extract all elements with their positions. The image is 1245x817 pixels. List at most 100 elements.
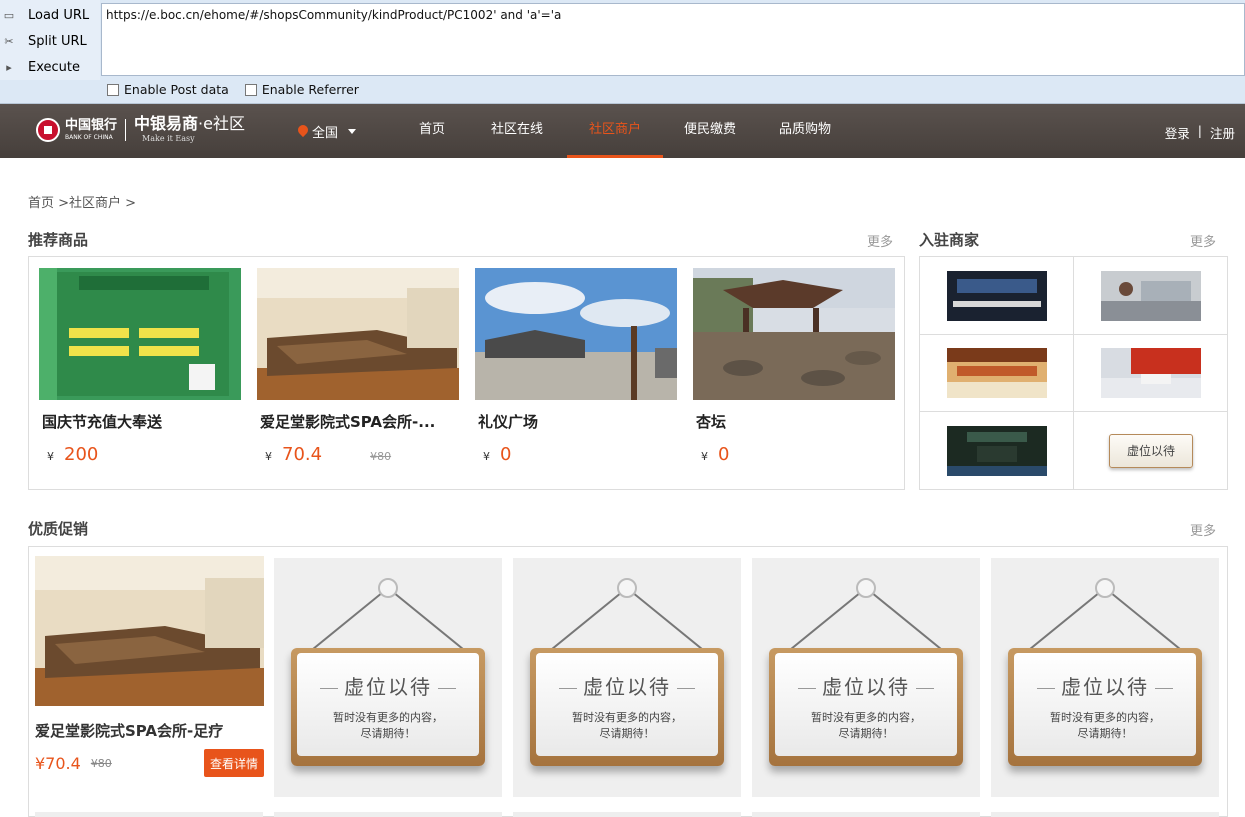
checkbox-icon (244, 83, 257, 96)
promotions-panel: 爱足堂影院式SPA会所-足疗 ¥70.4 ¥80 查看详情 虚位以待 暂时没有更… (28, 546, 1228, 817)
scissors-icon: ✂ (4, 34, 14, 48)
placeholder-sign: 虚位以待 暂时没有更多的内容， 尽请期待！ (291, 648, 485, 766)
boc-wordmark: 中国银行 BANK OF CHINA (65, 119, 117, 141)
sign-string-icon (779, 587, 953, 658)
sign-hook-icon (617, 578, 637, 598)
enable-referrer-label: Enable Referrer (261, 82, 359, 97)
merchants-title: 入驻商家 (919, 231, 980, 249)
placeholder-title: 虚位以待 (536, 671, 718, 700)
sign-panel: 虚位以待 暂时没有更多的内容， 尽请期待！ (1014, 653, 1196, 756)
brand-suffix: ·e社区 (198, 114, 245, 133)
promotion-name: 爱足堂影院式SPA会所-足疗 (35, 722, 224, 740)
boc-en-name: BANK OF CHINA (65, 133, 113, 141)
merchant-logo-image (946, 425, 1047, 476)
next-row-card (513, 812, 741, 817)
product-price: 200 (64, 444, 99, 465)
view-details-button[interactable]: 查看详情 (204, 749, 264, 777)
region-label: 全国 (312, 126, 339, 141)
placeholder-title: 虚位以待 (297, 671, 479, 700)
placeholder-line-1: 暂时没有更多的内容， (811, 711, 921, 724)
merchants-more-link[interactable]: 更多 (1190, 231, 1216, 250)
sign-hook-icon (378, 578, 398, 598)
sign-string-icon (540, 587, 714, 658)
placeholder-sign: 虚位以待 暂时没有更多的内容， 尽请期待！ (530, 648, 724, 766)
sign-panel: 虚位以待 暂时没有更多的内容， 尽请期待！ (536, 653, 718, 756)
load-url-icon: ▭ (3, 8, 15, 22)
login-link[interactable]: 登录 (1165, 123, 1190, 142)
merchant-cell[interactable] (920, 257, 1074, 335)
execute-button[interactable]: ▸ Execute (0, 55, 100, 79)
promotion-original-price: ¥80 (90, 756, 112, 770)
placeholder-line-2: 尽请期待！ (838, 727, 894, 740)
enable-post-data-checkbox[interactable]: Enable Post data (107, 82, 229, 97)
price-row: ¥ 70.4 ¥80 (265, 444, 459, 465)
breadcrumb[interactable]: 首页 >社区商户 > (28, 192, 136, 211)
spa-room-image (35, 556, 264, 706)
promotion-card[interactable]: 爱足堂影院式SPA会所-足疗 ¥70.4 ¥80 查看详情 (35, 556, 264, 777)
brand-cn-row: 中银易商·e社区 (134, 116, 245, 132)
placeholder-line-2: 尽请期待！ (360, 727, 416, 740)
product-name: 国庆节充值大奉送 (42, 413, 163, 431)
split-url-button[interactable]: ✂ Split URL (0, 29, 100, 53)
play-icon: ▸ (6, 60, 12, 74)
product-image (693, 268, 895, 400)
recharge-poster-image (39, 268, 241, 400)
enable-referrer-checkbox[interactable]: Enable Referrer (244, 82, 359, 97)
product-price: 0 (500, 444, 512, 465)
recommended-more-link[interactable]: 更多 (867, 231, 893, 250)
url-textarea[interactable]: https://e.boc.cn/ehome/#/shopsCommunity/… (101, 3, 1245, 76)
product-card[interactable]: 礼仪广场 ¥ 0 (475, 268, 677, 465)
hackbar-options: Enable Post data Enable Referrer (107, 82, 359, 97)
boc-logo-icon (36, 117, 60, 142)
merchants-panel: 虚位以待 (919, 256, 1228, 490)
merchant-cell[interactable] (1074, 257, 1228, 335)
price-row: ¥ 0 (483, 444, 677, 465)
promotion-price-row: ¥70.4 ¥80 查看详情 (35, 749, 264, 777)
currency-symbol: ¥ (701, 450, 708, 463)
currency-symbol: ¥ (265, 450, 272, 463)
brand-en: Make it Easy (142, 134, 195, 143)
placeholder-badge: 虚位以待 (1109, 433, 1193, 468)
placeholder-line-1: 暂时没有更多的内容， (1050, 711, 1160, 724)
promotions-more-link[interactable]: 更多 (1190, 520, 1216, 539)
promotion-placeholder: 虚位以待 暂时没有更多的内容， 尽请期待！ (513, 558, 741, 797)
next-row-card (752, 812, 980, 817)
nav-community-online[interactable]: 社区在线 (467, 104, 567, 158)
location-pin-icon (298, 125, 308, 138)
next-row-card (274, 812, 502, 817)
next-row-card (991, 812, 1219, 817)
main-nav: 首页 社区在线 社区商户 便民缴费 品质购物 (400, 104, 853, 158)
product-card[interactable]: 国庆节充值大奉送 ¥ 200 (39, 268, 241, 465)
merchant-cell[interactable] (920, 412, 1074, 489)
site-header: 中国银行 BANK OF CHINA 中银易商·e社区 Make it Easy… (0, 104, 1245, 158)
product-image (475, 268, 677, 400)
nav-convenience-payment[interactable]: 便民缴费 (663, 104, 757, 158)
nav-community-merchants[interactable]: 社区商户 (567, 104, 663, 158)
split-url-label: Split URL (28, 33, 87, 49)
merchant-cell[interactable] (920, 335, 1074, 412)
placeholder-sign: 虚位以待 暂时没有更多的内容， 尽请期待！ (1008, 648, 1202, 766)
recommended-products-panel: 国庆节充值大奉送 ¥ 200 爱足堂影院式SPA会所-... ¥ 70.4 ¥8… (28, 256, 905, 490)
placeholder-title: 虚位以待 (775, 671, 957, 700)
region-selector[interactable]: 全国 (298, 122, 357, 141)
promotion-placeholder: 虚位以待 暂时没有更多的内容， 尽请期待！ (991, 558, 1219, 797)
nav-quality-shopping[interactable]: 品质购物 (757, 104, 853, 158)
load-url-button[interactable]: ▭ Load URL (0, 3, 100, 27)
promotion-placeholder: 虚位以待 暂时没有更多的内容， 尽请期待！ (274, 558, 502, 797)
promotion-price: ¥70.4 (35, 753, 81, 773)
site-logo[interactable]: 中国银行 BANK OF CHINA 中银易商·e社区 Make it Easy (36, 116, 245, 143)
product-price: 0 (718, 444, 730, 465)
register-link[interactable]: 注册 (1210, 123, 1235, 142)
hackbar-toolbar: ▭ Load URL ✂ Split URL ▸ Execute https:/… (0, 0, 1245, 104)
sign-string-icon (1018, 587, 1192, 658)
sign-panel: 虚位以待 暂时没有更多的内容， 尽请期待！ (775, 653, 957, 756)
promotion-placeholder: 虚位以待 暂时没有更多的内容， 尽请期待！ (752, 558, 980, 797)
nav-home[interactable]: 首页 (400, 104, 464, 158)
execute-label: Execute (28, 59, 80, 75)
sign-hook-icon (856, 578, 876, 598)
price-row: ¥ 200 (47, 444, 241, 465)
product-card[interactable]: 爱足堂影院式SPA会所-... ¥ 70.4 ¥80 (257, 268, 459, 465)
product-card[interactable]: 杏坛 ¥ 0 (693, 268, 895, 465)
product-name: 爱足堂影院式SPA会所-... (260, 413, 436, 431)
merchant-cell[interactable] (1074, 335, 1228, 412)
